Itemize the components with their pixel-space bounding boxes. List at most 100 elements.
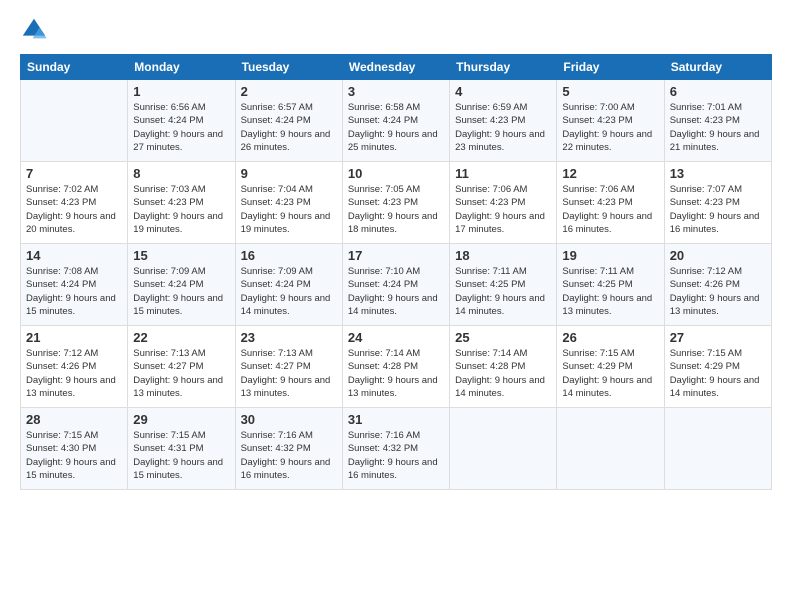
day-info: Sunrise: 7:10 AM Sunset: 4:24 PM Dayligh… <box>348 265 444 318</box>
day-cell: 21Sunrise: 7:12 AM Sunset: 4:26 PM Dayli… <box>21 326 128 408</box>
day-number: 12 <box>562 166 658 181</box>
day-cell: 25 Sunrise: 7:14 AM Sunset: 4:28 PM Dayli… <box>450 326 557 408</box>
day-number: 11 <box>455 166 551 181</box>
day-number: 13 <box>670 166 766 181</box>
day-info: Sunrise: 6:58 AM Sunset: 4:24 PM Dayligh… <box>348 101 444 154</box>
day-cell: 15Sunrise: 7:09 AM Sunset: 4:24 PM Dayli… <box>128 244 235 326</box>
day-cell <box>664 408 771 490</box>
logo-icon <box>20 16 48 44</box>
day-number: 16 <box>241 248 337 263</box>
day-cell: 4 Sunrise: 6:59 AM Sunset: 4:23 PM Daylig… <box>450 80 557 162</box>
day-info: Sunrise: 7:16 AM Sunset: 4:32 PM Dayligh… <box>241 429 337 482</box>
calendar-body: 1 Sunrise: 6:56 AM Sunset: 4:24 PM Daylig… <box>21 80 772 490</box>
day-info: Sunrise: 6:59 AM Sunset: 4:23 PM Dayligh… <box>455 101 551 154</box>
day-cell: 30 Sunrise: 7:16 AM Sunset: 4:32 PM Dayli… <box>235 408 342 490</box>
day-info: Sunrise: 7:16 AM Sunset: 4:32 PM Dayligh… <box>348 429 444 482</box>
day-number: 28 <box>26 412 122 427</box>
week-row-4: 21Sunrise: 7:12 AM Sunset: 4:26 PM Dayli… <box>21 326 772 408</box>
weekday-header-thursday: Thursday <box>450 55 557 80</box>
day-info: Sunrise: 7:09 AM Sunset: 4:24 PM Dayligh… <box>133 265 229 318</box>
day-number: 26 <box>562 330 658 345</box>
day-info: Sunrise: 7:13 AM Sunset: 4:27 PM Dayligh… <box>241 347 337 400</box>
week-row-3: 14Sunrise: 7:08 AM Sunset: 4:24 PM Dayli… <box>21 244 772 326</box>
calendar-header: SundayMondayTuesdayWednesdayThursdayFrid… <box>21 55 772 80</box>
day-number: 4 <box>455 84 551 99</box>
calendar: SundayMondayTuesdayWednesdayThursdayFrid… <box>20 54 772 490</box>
day-info: Sunrise: 7:06 AM Sunset: 4:23 PM Dayligh… <box>562 183 658 236</box>
day-info: Sunrise: 6:56 AM Sunset: 4:24 PM Dayligh… <box>133 101 229 154</box>
day-number: 22 <box>133 330 229 345</box>
day-number: 5 <box>562 84 658 99</box>
day-number: 6 <box>670 84 766 99</box>
logo <box>20 16 52 44</box>
page: SundayMondayTuesdayWednesdayThursdayFrid… <box>0 0 792 612</box>
day-number: 7 <box>26 166 122 181</box>
day-cell <box>450 408 557 490</box>
day-cell: 14Sunrise: 7:08 AM Sunset: 4:24 PM Dayli… <box>21 244 128 326</box>
day-info: Sunrise: 7:03 AM Sunset: 4:23 PM Dayligh… <box>133 183 229 236</box>
day-number: 30 <box>241 412 337 427</box>
day-info: Sunrise: 7:07 AM Sunset: 4:23 PM Dayligh… <box>670 183 766 236</box>
weekday-header-saturday: Saturday <box>664 55 771 80</box>
weekday-header-wednesday: Wednesday <box>342 55 449 80</box>
day-cell: 11 Sunrise: 7:06 AM Sunset: 4:23 PM Dayli… <box>450 162 557 244</box>
day-info: Sunrise: 7:15 AM Sunset: 4:31 PM Dayligh… <box>133 429 229 482</box>
weekday-header-friday: Friday <box>557 55 664 80</box>
day-number: 27 <box>670 330 766 345</box>
day-cell: 27 Sunrise: 7:15 AM Sunset: 4:29 PM Dayli… <box>664 326 771 408</box>
day-cell: 20 Sunrise: 7:12 AM Sunset: 4:26 PM Dayli… <box>664 244 771 326</box>
day-cell: 18 Sunrise: 7:11 AM Sunset: 4:25 PM Dayli… <box>450 244 557 326</box>
day-number: 25 <box>455 330 551 345</box>
day-info: Sunrise: 7:11 AM Sunset: 4:25 PM Dayligh… <box>455 265 551 318</box>
day-info: Sunrise: 7:00 AM Sunset: 4:23 PM Dayligh… <box>562 101 658 154</box>
weekday-row: SundayMondayTuesdayWednesdayThursdayFrid… <box>21 55 772 80</box>
weekday-header-tuesday: Tuesday <box>235 55 342 80</box>
day-info: Sunrise: 7:15 AM Sunset: 4:29 PM Dayligh… <box>670 347 766 400</box>
day-info: Sunrise: 7:01 AM Sunset: 4:23 PM Dayligh… <box>670 101 766 154</box>
day-cell: 3 Sunrise: 6:58 AM Sunset: 4:24 PM Daylig… <box>342 80 449 162</box>
week-row-1: 1 Sunrise: 6:56 AM Sunset: 4:24 PM Daylig… <box>21 80 772 162</box>
day-info: Sunrise: 7:11 AM Sunset: 4:25 PM Dayligh… <box>562 265 658 318</box>
day-cell: 23 Sunrise: 7:13 AM Sunset: 4:27 PM Dayli… <box>235 326 342 408</box>
day-cell <box>557 408 664 490</box>
day-number: 14 <box>26 248 122 263</box>
day-number: 21 <box>26 330 122 345</box>
day-cell: 10 Sunrise: 7:05 AM Sunset: 4:23 PM Dayli… <box>342 162 449 244</box>
day-cell: 17 Sunrise: 7:10 AM Sunset: 4:24 PM Dayli… <box>342 244 449 326</box>
day-cell: 28 Sunrise: 7:15 AM Sunset: 4:30 PM Dayli… <box>21 408 128 490</box>
day-info: Sunrise: 7:15 AM Sunset: 4:30 PM Dayligh… <box>26 429 122 482</box>
day-info: Sunrise: 7:14 AM Sunset: 4:28 PM Dayligh… <box>455 347 551 400</box>
week-row-5: 28 Sunrise: 7:15 AM Sunset: 4:30 PM Dayli… <box>21 408 772 490</box>
weekday-header-sunday: Sunday <box>21 55 128 80</box>
day-number: 20 <box>670 248 766 263</box>
day-number: 31 <box>348 412 444 427</box>
day-number: 3 <box>348 84 444 99</box>
day-number: 17 <box>348 248 444 263</box>
day-number: 9 <box>241 166 337 181</box>
day-info: Sunrise: 7:04 AM Sunset: 4:23 PM Dayligh… <box>241 183 337 236</box>
day-cell: 26Sunrise: 7:15 AM Sunset: 4:29 PM Dayli… <box>557 326 664 408</box>
day-number: 10 <box>348 166 444 181</box>
day-cell: 8 Sunrise: 7:03 AM Sunset: 4:23 PM Daylig… <box>128 162 235 244</box>
day-number: 2 <box>241 84 337 99</box>
header <box>20 16 772 44</box>
day-cell: 29Sunrise: 7:15 AM Sunset: 4:31 PM Dayli… <box>128 408 235 490</box>
day-cell: 5 Sunrise: 7:00 AM Sunset: 4:23 PM Daylig… <box>557 80 664 162</box>
day-info: Sunrise: 7:06 AM Sunset: 4:23 PM Dayligh… <box>455 183 551 236</box>
day-info: Sunrise: 7:13 AM Sunset: 4:27 PM Dayligh… <box>133 347 229 400</box>
day-number: 23 <box>241 330 337 345</box>
day-number: 19 <box>562 248 658 263</box>
day-cell: 16Sunrise: 7:09 AM Sunset: 4:24 PM Dayli… <box>235 244 342 326</box>
day-info: Sunrise: 7:05 AM Sunset: 4:23 PM Dayligh… <box>348 183 444 236</box>
day-number: 8 <box>133 166 229 181</box>
day-cell: 7Sunrise: 7:02 AM Sunset: 4:23 PM Daylig… <box>21 162 128 244</box>
day-info: Sunrise: 7:14 AM Sunset: 4:28 PM Dayligh… <box>348 347 444 400</box>
day-number: 1 <box>133 84 229 99</box>
day-cell: 31 Sunrise: 7:16 AM Sunset: 4:32 PM Dayli… <box>342 408 449 490</box>
day-cell: 1 Sunrise: 6:56 AM Sunset: 4:24 PM Daylig… <box>128 80 235 162</box>
day-cell: 12 Sunrise: 7:06 AM Sunset: 4:23 PM Dayli… <box>557 162 664 244</box>
week-row-2: 7Sunrise: 7:02 AM Sunset: 4:23 PM Daylig… <box>21 162 772 244</box>
weekday-header-monday: Monday <box>128 55 235 80</box>
day-info: Sunrise: 7:12 AM Sunset: 4:26 PM Dayligh… <box>670 265 766 318</box>
day-number: 18 <box>455 248 551 263</box>
